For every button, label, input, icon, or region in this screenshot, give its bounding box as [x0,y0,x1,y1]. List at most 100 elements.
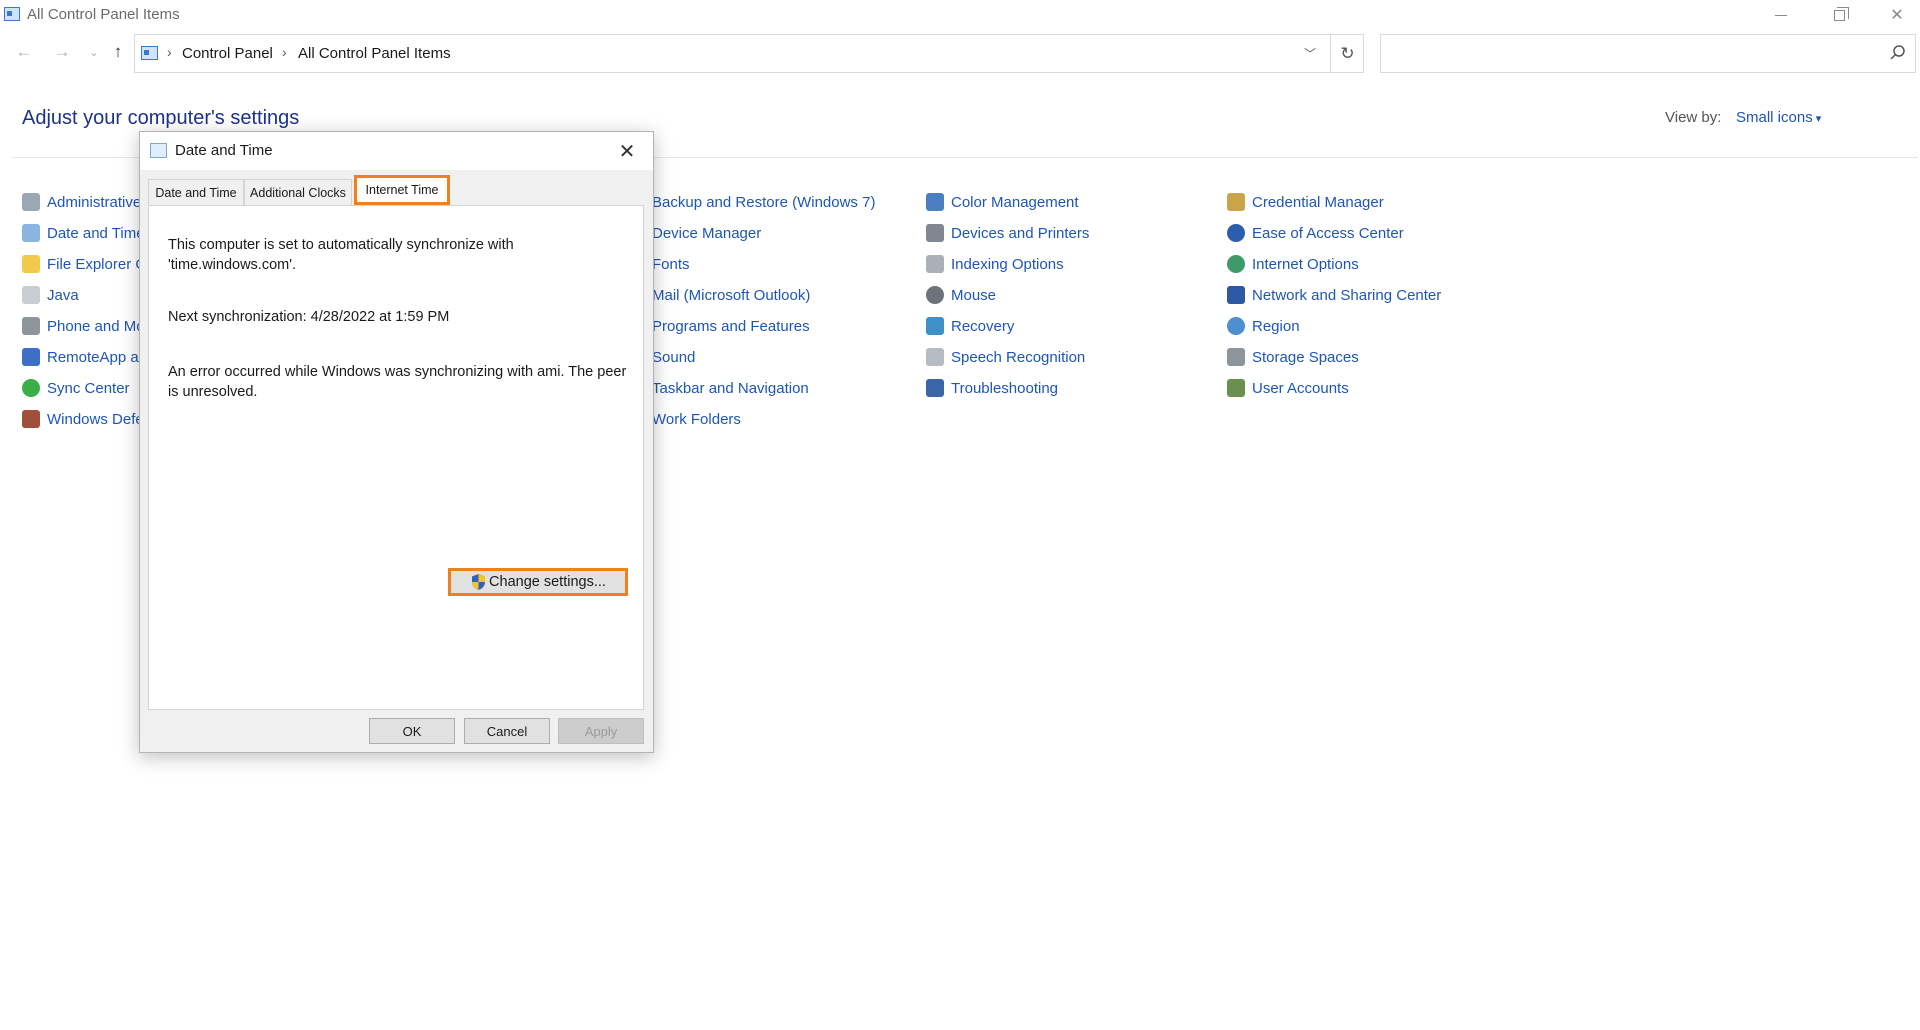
item-label: Devices and Printers [951,224,1090,242]
uac-shield-icon [472,574,486,590]
item-label: Java [47,286,79,304]
item-devices-and-printers[interactable]: Devices and Printers [926,222,1089,244]
dialog-title: Date and Time [175,142,273,159]
item-date-and-time[interactable]: Date and Time [22,222,145,244]
cancel-button[interactable]: Cancel [464,718,550,744]
microphone-icon [926,348,944,366]
item-label: Troubleshooting [951,379,1059,397]
forward-button[interactable]: → [50,40,74,64]
item-region[interactable]: Region [1227,315,1300,337]
item-label: Credential Manager [1252,193,1384,211]
item-label: User Accounts [1252,379,1349,397]
item-ease-of-access[interactable]: Ease of Access Center [1227,222,1404,244]
item-label: Work Folders [652,410,741,428]
item-storage-spaces[interactable]: Storage Spaces [1227,346,1359,368]
page-title: Adjust your computer's settings [22,107,300,129]
tab-date-and-time[interactable]: Date and Time [148,179,244,205]
window-titlebar: All Control Panel Items ✕ [0,0,1920,30]
item-label: File Explorer O [47,255,148,273]
item-color-management[interactable]: Color Management [926,191,1079,213]
item-label: Color Management [951,193,1079,211]
change-settings-label: Change settings... [489,574,606,590]
refresh-button[interactable]: ↻ [1330,35,1364,72]
mouse-icon [926,286,944,304]
item-internet-options[interactable]: Internet Options [1227,253,1359,275]
item-label: Windows Defe [47,410,144,428]
ok-button[interactable]: OK [369,718,455,744]
error-message: An error occurred while Windows was sync… [168,364,627,400]
tab-internet-time[interactable]: Internet Time [354,175,450,205]
item-windows-defender[interactable]: Windows Defe [22,408,144,430]
item-label: Phone and Mo [47,317,145,335]
recovery-icon [926,317,944,335]
breadcrumb-control-panel[interactable]: Control Panel [182,45,273,62]
clock-icon [22,224,40,242]
item-label: Mail (Microsoft Outlook) [652,286,811,304]
date-and-time-dialog: Date and Time ✕ Date and Time Additional… [139,131,654,753]
item-label: Recovery [951,317,1015,335]
chevron-right-icon: › [282,44,287,60]
item-java[interactable]: Java [22,284,79,306]
window-title: All Control Panel Items [27,6,180,23]
recent-locations-button[interactable]: ⌄ [82,40,106,64]
item-user-accounts[interactable]: User Accounts [1227,377,1349,399]
item-indexing-options[interactable]: Indexing Options [926,253,1064,275]
remoteapp-icon [22,348,40,366]
item-label: Region [1252,317,1300,335]
item-phone-and-modem[interactable]: Phone and Mo [22,315,145,337]
item-label: Sync Center [47,379,130,397]
item-file-explorer-options[interactable]: File Explorer O [22,253,147,275]
item-network-and-sharing[interactable]: Network and Sharing Center [1227,284,1441,306]
breadcrumb-all-items[interactable]: All Control Panel Items [298,45,451,62]
users-icon [1227,379,1245,397]
item-mail[interactable]: Mail (Microsoft Outlook) [627,284,810,306]
change-settings-button[interactable]: Change settings... [448,568,628,596]
item-label: RemoteApp a [47,348,139,366]
item-label: Network and Sharing Center [1252,286,1442,304]
storage-icon [1227,348,1245,366]
item-label: Date and Time [47,224,145,242]
item-label: Fonts [652,255,690,273]
item-speech-recognition[interactable]: Speech Recognition [926,346,1085,368]
minimize-button[interactable] [1752,0,1810,30]
globe-icon [1227,255,1245,273]
chevron-right-icon: › [167,44,172,60]
item-mouse[interactable]: Mouse [926,284,996,306]
item-sync-center[interactable]: Sync Center [22,377,130,399]
item-backup-and-restore[interactable]: Backup and Restore (Windows 7) [627,191,875,213]
tab-additional-clocks[interactable]: Additional Clocks [244,179,352,205]
address-bar[interactable]: › Control Panel › All Control Panel Item… [134,34,1364,73]
sync-description: This computer is set to automatically sy… [168,237,514,273]
close-window-button[interactable]: ✕ [1868,0,1920,30]
network-icon [1227,286,1245,304]
item-recovery[interactable]: Recovery [926,315,1014,337]
item-label: Indexing Options [951,255,1064,273]
refresh-icon: ↻ [1340,43,1355,63]
region-icon [1227,317,1245,335]
address-history-dropdown[interactable]: ﹀ [1295,35,1325,72]
view-by-dropdown[interactable]: Small icons [1736,109,1821,126]
item-credential-manager[interactable]: Credential Manager [1227,191,1384,213]
folder-icon [22,255,40,273]
back-button[interactable]: ← [12,40,36,64]
ease-of-access-icon [1227,224,1245,242]
search-input[interactable] [1380,34,1916,73]
item-troubleshooting[interactable]: Troubleshooting [926,377,1058,399]
apply-button[interactable]: Apply [558,718,644,744]
item-remoteapp[interactable]: RemoteApp a [22,346,139,368]
restore-icon [1833,6,1849,21]
next-sync-text: Next synchronization: 4/28/2022 at 1:59 … [168,309,450,325]
view-by-label: View by: [1665,109,1722,126]
dialog-close-button[interactable]: ✕ [610,136,644,166]
printer-icon [926,224,944,242]
item-programs-and-features[interactable]: Programs and Features [627,315,810,337]
item-administrative-tools[interactable]: Administrative [22,191,141,213]
restore-button[interactable] [1810,0,1868,30]
dialog-titlebar: Date and Time ✕ [140,132,653,170]
up-button[interactable]: ↑ [106,40,130,64]
firewall-icon [22,410,40,428]
item-label: Programs and Features [652,317,810,335]
item-label: Storage Spaces [1252,348,1359,366]
item-label: Sound [652,348,696,366]
item-taskbar-and-navigation[interactable]: Taskbar and Navigation [627,377,809,399]
